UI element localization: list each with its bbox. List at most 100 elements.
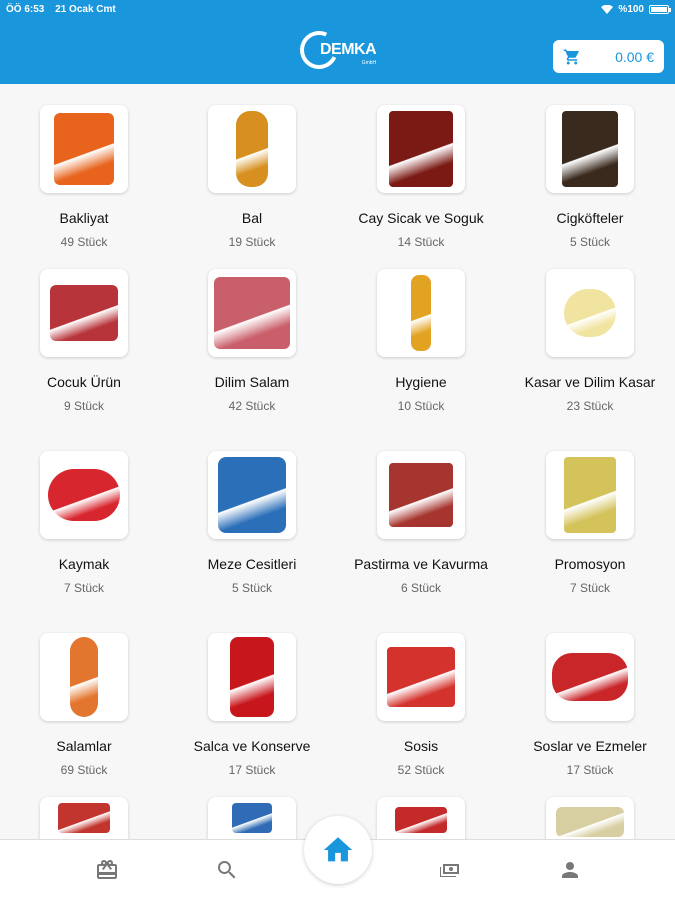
- category-thumbnail: [377, 269, 465, 357]
- category-thumbnail: [208, 797, 296, 839]
- category-count: 14 Stück: [397, 235, 445, 249]
- category-name: Kaymak: [58, 556, 110, 572]
- product-image: [48, 469, 120, 521]
- nav-home[interactable]: [304, 816, 372, 884]
- logo-sub: GmbH: [361, 60, 377, 66]
- category-grid: Bakliyat 49 Stück Bal 19 Stück Cay Sicak ve …: [0, 84, 675, 839]
- category-item[interactable]: Bakliyat 49 Stück: [0, 105, 168, 249]
- category-item[interactable]: Cocuk Ürün 9 Stück: [0, 269, 168, 413]
- category-thumbnail: [377, 633, 465, 721]
- search-icon: [218, 861, 236, 879]
- category-item[interactable]: Kaymak 7 Stück: [0, 451, 168, 595]
- product-image: [232, 803, 272, 833]
- category-name: Cay Sicak ve Soguk: [358, 210, 484, 226]
- category-name: Sosis: [403, 738, 439, 754]
- category-name: Salca ve Konserve: [193, 738, 311, 754]
- product-image: [389, 463, 453, 527]
- category-thumbnail: [546, 451, 634, 539]
- cart-icon: [563, 49, 579, 64]
- nav-gift[interactable]: [89, 852, 125, 888]
- cart-amount: 0.00 €: [615, 48, 654, 65]
- product-image: [564, 289, 616, 337]
- battery-icon: [649, 4, 671, 14]
- category-name: Bal: [241, 210, 263, 226]
- person-icon: [562, 862, 578, 878]
- category-thumbnail: [208, 633, 296, 721]
- category-count: 10 Stück: [397, 399, 445, 413]
- app-header: ÖÖ 6:53 21 Ocak Cmt %100 DEMKA GmbH 0.00…: [0, 0, 675, 84]
- category-count: 9 Stück: [63, 399, 105, 413]
- logo-ring: [294, 25, 344, 75]
- category-item[interactable]: Promosyon 7 Stück: [506, 451, 674, 595]
- nav-money[interactable]: [432, 852, 468, 888]
- category-count: 17 Stück: [228, 763, 276, 777]
- nav-profile[interactable]: [552, 852, 588, 888]
- category-thumbnail: [208, 105, 296, 193]
- category-name: Hygiene: [395, 374, 447, 390]
- category-item[interactable]: Meze Cesitleri 5 Stück: [168, 451, 336, 595]
- category-thumbnail: [377, 105, 465, 193]
- category-count: 5 Stück: [231, 581, 273, 595]
- status-date: 21 Ocak Cmt: [55, 3, 116, 15]
- product-image: [54, 113, 114, 185]
- product-image: [214, 277, 290, 349]
- battery-percent: %100: [618, 3, 644, 15]
- money-icon: [440, 864, 459, 877]
- category-item[interactable]: Salamlar 69 Stück: [0, 633, 168, 777]
- category-item[interactable]: Cay Sicak ve Soguk 14 Stück: [337, 105, 505, 249]
- product-image: [236, 111, 268, 187]
- product-image: [230, 637, 274, 717]
- product-image: [552, 653, 628, 701]
- category-name: Dilim Salam: [214, 374, 290, 390]
- category-name: Bakliyat: [59, 210, 109, 226]
- category-item[interactable]: Hygiene 10 Stück: [337, 269, 505, 413]
- wifi-icon: [601, 4, 614, 14]
- category-thumbnail: [40, 451, 128, 539]
- category-item[interactable]: Dilim Salam 42 Stück: [168, 269, 336, 413]
- category-item[interactable]: Sosis 52 Stück: [337, 633, 505, 777]
- category-thumbnail: [40, 105, 128, 193]
- category-item[interactable]: [506, 797, 674, 839]
- product-image: [564, 457, 616, 533]
- product-image: [70, 637, 98, 717]
- category-item[interactable]: Bal 19 Stück: [168, 105, 336, 249]
- category-count: 52 Stück: [397, 763, 445, 777]
- category-thumbnail: [40, 797, 128, 839]
- product-image: [58, 803, 110, 833]
- category-item[interactable]: Pastirma ve Kavurma 6 Stück: [337, 451, 505, 595]
- category-name: Cigköfteler: [556, 210, 624, 226]
- nav-search[interactable]: [209, 852, 245, 888]
- category-count: 17 Stück: [566, 763, 614, 777]
- category-name: Pastirma ve Kavurma: [354, 556, 488, 572]
- gift-icon: [97, 860, 117, 879]
- category-count: 49 Stück: [60, 235, 108, 249]
- category-count: 42 Stück: [228, 399, 276, 413]
- category-count: 23 Stück: [566, 399, 614, 413]
- category-name: Salamlar: [56, 738, 112, 754]
- product-image: [50, 285, 118, 341]
- category-item[interactable]: Kasar ve Dilim Kasar 23 Stück: [506, 269, 674, 413]
- status-time: ÖÖ 6:53: [6, 3, 45, 15]
- category-thumbnail: [208, 451, 296, 539]
- category-item[interactable]: [0, 797, 168, 839]
- category-thumbnail: [40, 269, 128, 357]
- category-item[interactable]: Cigköfteler 5 Stück: [506, 105, 674, 249]
- category-item[interactable]: Soslar ve Ezmeler 17 Stück: [506, 633, 674, 777]
- product-image: [218, 457, 286, 533]
- category-name: Meze Cesitleri: [207, 556, 297, 572]
- category-thumbnail: [546, 105, 634, 193]
- category-item[interactable]: Salca ve Konserve 17 Stück: [168, 633, 336, 777]
- cart-button[interactable]: 0.00 €: [553, 40, 664, 73]
- category-count: 6 Stück: [400, 581, 442, 595]
- product-image: [411, 275, 431, 351]
- category-name: Promosyon: [554, 556, 626, 572]
- category-count: 7 Stück: [569, 581, 611, 595]
- category-thumbnail: [546, 269, 634, 357]
- category-count: 7 Stück: [63, 581, 105, 595]
- product-image: [562, 111, 618, 187]
- category-count: 19 Stück: [228, 235, 276, 249]
- product-image: [556, 807, 624, 837]
- category-thumbnail: [208, 269, 296, 357]
- category-thumbnail: [40, 633, 128, 721]
- category-thumbnail: [546, 633, 634, 721]
